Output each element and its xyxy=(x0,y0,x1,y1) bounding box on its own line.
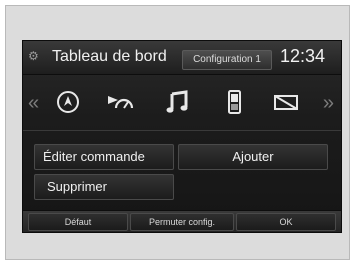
scroll-left-arrow[interactable]: « xyxy=(28,92,39,115)
app-icon-row: « » xyxy=(22,76,342,130)
ok-button[interactable]: OK xyxy=(236,213,336,231)
page-title: Tableau de bord xyxy=(52,48,167,65)
message-icon[interactable] xyxy=(272,88,300,116)
delete-button[interactable]: Supprimer xyxy=(34,174,174,200)
phone-icon[interactable] xyxy=(220,88,248,116)
clock: 12:34 xyxy=(280,46,326,66)
configuration-tab[interactable]: Configuration 1 xyxy=(182,50,272,70)
music-note-icon[interactable] xyxy=(164,88,192,116)
add-button[interactable]: Ajouter xyxy=(178,144,328,170)
navigation-compass-icon[interactable] xyxy=(54,88,82,116)
swap-config-button[interactable]: Permuter config. xyxy=(130,213,234,231)
footer-bar: Défaut Permuter config. OK xyxy=(22,210,342,233)
gear-icon[interactable]: ⚙ xyxy=(28,50,41,63)
speedometer-icon[interactable] xyxy=(106,88,134,116)
scroll-right-arrow[interactable]: » xyxy=(323,92,334,115)
header-bar: ⚙ Tableau de bord Configuration 1 12:34 xyxy=(22,40,342,75)
divider xyxy=(22,130,342,131)
default-button[interactable]: Défaut xyxy=(28,213,128,231)
dashboard-screen: ⚙ Tableau de bord Configuration 1 12:34 … xyxy=(22,40,342,233)
edit-command-button[interactable]: Éditer commande xyxy=(34,144,174,170)
